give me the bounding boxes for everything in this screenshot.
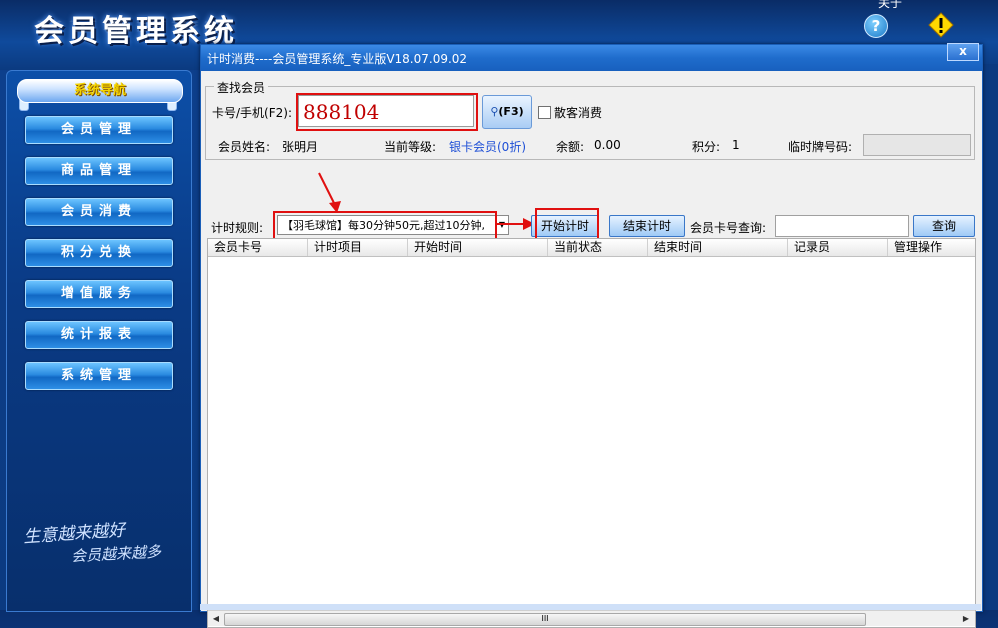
sidebar-nav: 系统导航 会员管理 商品管理 会员消费 积分兑换 增值服务 统计报表 系统管理 … — [6, 70, 192, 612]
app-title-reflection: 会员管理系统 — [34, 18, 238, 33]
col-timing-item[interactable]: 计时项目 — [308, 239, 408, 256]
card-label: 卡号/手机(F2): — [212, 106, 292, 120]
rule-label: 计时规则: — [211, 221, 264, 235]
find-member-group: 查找会员 卡号/手机(F2): 888104 ⚲(F3) 散客消费 会员姓名: … — [205, 79, 975, 160]
dialog-titlebar[interactable]: 计时消费----会员管理系统_专业版V18.07.09.02 x — [201, 43, 982, 71]
warning-icon[interactable] — [928, 12, 954, 38]
timed-consumption-dialog: 计时消费----会员管理系统_专业版V18.07.09.02 x 查找会员 卡号… — [200, 43, 983, 628]
sidebar-item-member-consumption[interactable]: 会员消费 — [25, 198, 173, 226]
temp-card-label: 临时牌号码: — [788, 140, 853, 154]
col-card-number[interactable]: 会员卡号 — [208, 239, 308, 256]
card-query-label: 会员卡号查询: — [690, 221, 767, 235]
dialog-body: 查找会员 卡号/手机(F2): 888104 ⚲(F3) 散客消费 会员姓名: … — [205, 75, 978, 628]
col-recorder[interactable]: 记录员 — [788, 239, 888, 256]
end-timing-button[interactable]: 结束计时 — [609, 215, 685, 237]
timing-records-table: 会员卡号 计时项目 开始时间 当前状态 结束时间 记录员 管理操作 ◀ III … — [207, 238, 976, 628]
scroll-left-icon[interactable]: ◀ — [210, 613, 222, 624]
member-name-label: 会员姓名: — [218, 140, 271, 154]
search-button-label: (F3) — [498, 105, 524, 118]
card-query-input[interactable] — [775, 215, 909, 237]
col-current-status[interactable]: 当前状态 — [548, 239, 648, 256]
right-gutter — [982, 64, 998, 610]
card-input-highlight — [296, 93, 478, 131]
annotation-arrow-down — [318, 172, 341, 213]
walkin-label: 散客消费 — [554, 106, 603, 120]
dialog-title: 计时消费----会员管理系统_专业版V18.07.09.02 — [207, 52, 468, 66]
nav-header: 系统导航 — [17, 79, 183, 103]
member-name-value: 张明月 — [282, 140, 319, 154]
col-end-time[interactable]: 结束时间 — [648, 239, 788, 256]
col-actions[interactable]: 管理操作 — [888, 239, 975, 256]
bottom-strip — [200, 604, 981, 610]
slogan-line-2: 会员越来越多 — [70, 542, 162, 566]
scroll-right-icon[interactable]: ▶ — [960, 613, 972, 624]
sidebar-item-statistics-reports[interactable]: 统计报表 — [25, 321, 173, 349]
sidebar-item-member-management[interactable]: 会员管理 — [25, 116, 173, 144]
level-value: 银卡会员(0折) — [449, 140, 526, 154]
balance-label: 余额: — [556, 140, 585, 154]
points-value: 1 — [732, 138, 740, 152]
horizontal-scrollbar[interactable]: ◀ III ▶ — [208, 610, 975, 626]
balance-value: 0.00 — [594, 138, 621, 152]
annotation-arrow-right — [495, 218, 535, 230]
nav-header-label: 系统导航 — [73, 83, 126, 98]
points-label: 积分: — [692, 140, 721, 154]
walkin-checkbox[interactable] — [538, 106, 551, 119]
level-label: 当前等级: — [384, 140, 437, 154]
sidebar-item-product-management[interactable]: 商品管理 — [25, 157, 173, 185]
close-button[interactable]: x — [947, 43, 979, 61]
help-icon[interactable]: ? — [864, 14, 888, 38]
query-button[interactable]: 查询 — [913, 215, 975, 237]
sidebar-item-value-added-services[interactable]: 增值服务 — [25, 280, 173, 308]
find-member-legend: 查找会员 — [214, 79, 269, 96]
search-member-button[interactable]: ⚲(F3) — [482, 95, 532, 129]
table-header: 会员卡号 计时项目 开始时间 当前状态 结束时间 记录员 管理操作 — [208, 239, 975, 257]
about-link[interactable]: 关于 — [878, 0, 902, 11]
temp-card-field — [863, 134, 971, 156]
scrollbar-thumb[interactable]: III — [224, 613, 866, 626]
sidebar-item-system-management[interactable]: 系统管理 — [25, 362, 173, 390]
sidebar-item-points-exchange[interactable]: 积分兑换 — [25, 239, 173, 267]
col-start-time[interactable]: 开始时间 — [408, 239, 548, 256]
